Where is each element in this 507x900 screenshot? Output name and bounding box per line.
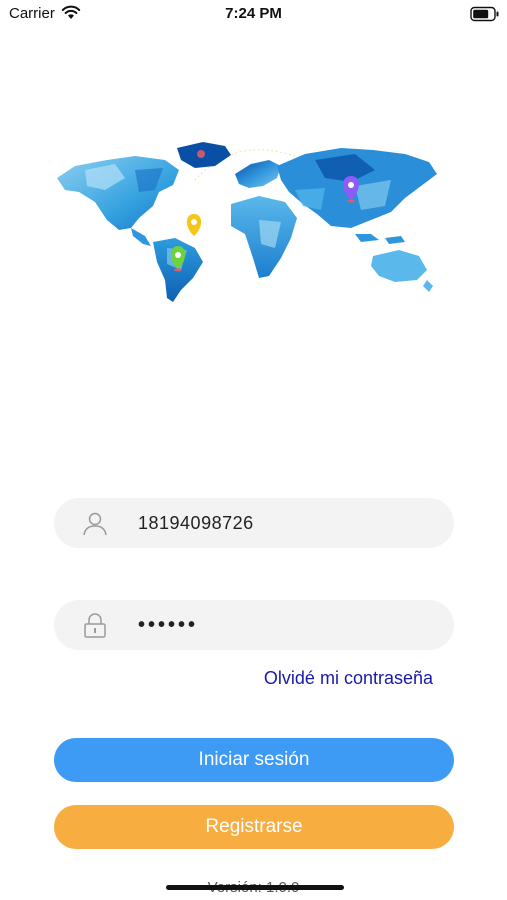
lock-icon xyxy=(84,613,106,638)
forgot-password-link[interactable]: Olvidé mi contraseña xyxy=(264,668,433,689)
location-pin-icon xyxy=(186,214,202,236)
home-indicator[interactable] xyxy=(166,885,344,890)
status-bar: Carrier 7:24 PM xyxy=(0,0,507,28)
password-value: •••••• xyxy=(138,614,199,636)
battery-icon xyxy=(470,6,499,22)
login-button[interactable]: Iniciar sesión xyxy=(54,738,454,782)
username-value: 18194098726 xyxy=(138,513,254,533)
clock: 7:24 PM xyxy=(225,5,282,22)
register-button[interactable]: Registrarse xyxy=(54,805,454,849)
username-field[interactable]: 18194098726 xyxy=(54,498,454,548)
world-map-illustration xyxy=(57,142,437,302)
user-icon xyxy=(83,512,107,536)
password-field[interactable]: •••••• xyxy=(54,600,454,650)
